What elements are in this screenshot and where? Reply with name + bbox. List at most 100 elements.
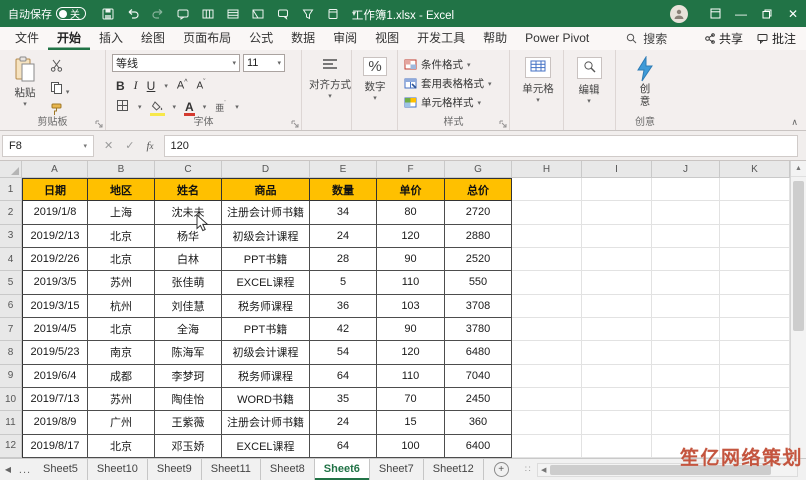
cell-J5[interactable]: [652, 271, 720, 294]
cut-icon[interactable]: [50, 59, 69, 75]
restore-button[interactable]: [754, 0, 780, 27]
account-avatar[interactable]: [670, 5, 688, 23]
cell-I3[interactable]: [582, 225, 652, 248]
cell-K9[interactable]: [720, 365, 790, 388]
cell-J2[interactable]: [652, 201, 720, 224]
tab-绘图[interactable]: 绘图: [132, 27, 174, 50]
column-header-C[interactable]: C: [155, 161, 222, 178]
cell-D5[interactable]: EXCEL课程: [222, 271, 310, 294]
vertical-scroll-thumb[interactable]: [793, 181, 804, 331]
cell-J7[interactable]: [652, 318, 720, 341]
row-header-4[interactable]: 4: [0, 248, 22, 271]
enter-icon[interactable]: ✓: [125, 139, 134, 152]
sheet-tab-Sheet12[interactable]: Sheet12: [424, 459, 484, 480]
cell-G11[interactable]: 360: [445, 411, 512, 434]
cell-K8[interactable]: [720, 341, 790, 364]
cell-G10[interactable]: 2450: [445, 388, 512, 411]
ribbon-display-options-icon[interactable]: [702, 0, 728, 27]
cell-H2[interactable]: [512, 201, 582, 224]
insert-function-icon[interactable]: fx: [146, 140, 153, 152]
cell-H10[interactable]: [512, 388, 582, 411]
cell-C10[interactable]: 陶佳怡: [155, 388, 222, 411]
tab-插入[interactable]: 插入: [90, 27, 132, 50]
cell-A3[interactable]: 2019/2/13: [22, 225, 88, 248]
conditional-formatting-button[interactable]: 条件格式▾: [404, 57, 503, 72]
cells-button[interactable]: 单元格 ▾: [516, 57, 560, 104]
cell-I2[interactable]: [582, 201, 652, 224]
cell-H3[interactable]: [512, 225, 582, 248]
row-header-5[interactable]: 5: [0, 271, 22, 294]
scroll-up-icon[interactable]: ▲: [791, 161, 806, 177]
cancel-icon[interactable]: ✕: [104, 139, 113, 152]
cell-H12[interactable]: [512, 435, 582, 458]
cell-C8[interactable]: 陈海军: [155, 341, 222, 364]
cell-B6[interactable]: 杭州: [88, 295, 155, 318]
cell-J3[interactable]: [652, 225, 720, 248]
row-header-6[interactable]: 6: [0, 295, 22, 318]
cell-I5[interactable]: [582, 271, 652, 294]
cell-B1[interactable]: 地区: [88, 178, 155, 201]
cell-F12[interactable]: 100: [377, 435, 445, 458]
comments-button[interactable]: 批注: [757, 30, 796, 47]
cell-I11[interactable]: [582, 411, 652, 434]
column-header-I[interactable]: I: [582, 161, 652, 178]
qat-customize-chevron-icon[interactable]: ▾: [352, 9, 356, 18]
cell-K10[interactable]: [720, 388, 790, 411]
cell-C11[interactable]: 王紫薇: [155, 411, 222, 434]
cell-E9[interactable]: 64: [310, 365, 377, 388]
tab-开发工具[interactable]: 开发工具: [408, 27, 474, 50]
merge-table-icon[interactable]: [202, 8, 214, 20]
cell-E3[interactable]: 24: [310, 225, 377, 248]
cell-E5[interactable]: 5: [310, 271, 377, 294]
tab-Power Pivot[interactable]: Power Pivot: [516, 27, 598, 50]
sheet-overflow-button[interactable]: ...: [16, 464, 34, 476]
column-header-J[interactable]: J: [652, 161, 720, 178]
bold-button[interactable]: B: [116, 79, 125, 93]
cell-J11[interactable]: [652, 411, 720, 434]
select-all-corner[interactable]: [0, 161, 22, 178]
font-name-combobox[interactable]: 等线▾: [112, 54, 240, 72]
cell-C1[interactable]: 姓名: [155, 178, 222, 201]
cell-D7[interactable]: PPT书籍: [222, 318, 310, 341]
cell-C4[interactable]: 白林: [155, 248, 222, 271]
minimize-button[interactable]: —: [728, 0, 754, 27]
tab-数据[interactable]: 数据: [282, 27, 324, 50]
sort-table-icon[interactable]: [227, 8, 239, 20]
cell-I9[interactable]: [582, 365, 652, 388]
tab-split-handle[interactable]: ∷: [523, 464, 533, 475]
sheet-tab-Sheet10[interactable]: Sheet10: [88, 459, 148, 480]
sheet-tab-Sheet7[interactable]: Sheet7: [370, 459, 424, 480]
font-color-icon[interactable]: A: [185, 100, 194, 114]
autosave-toggle[interactable]: 关: [56, 7, 86, 20]
row-header-7[interactable]: 7: [0, 318, 22, 341]
cell-G6[interactable]: 3708: [445, 295, 512, 318]
fill-color-icon[interactable]: [151, 100, 164, 114]
cell-A1[interactable]: 日期: [22, 178, 88, 201]
cell-G2[interactable]: 2720: [445, 201, 512, 224]
cell-D3[interactable]: 初级会计课程: [222, 225, 310, 248]
cell-H8[interactable]: [512, 341, 582, 364]
styles-dialog-launcher-icon[interactable]: [499, 120, 507, 128]
cell-E11[interactable]: 24: [310, 411, 377, 434]
cell-G9[interactable]: 7040: [445, 365, 512, 388]
format-as-table-button[interactable]: 套用表格格式▾: [404, 76, 503, 91]
column-header-G[interactable]: G: [445, 161, 512, 178]
cell-C3[interactable]: 杨华: [155, 225, 222, 248]
column-header-F[interactable]: F: [377, 161, 445, 178]
cell-A5[interactable]: 2019/3/5: [22, 271, 88, 294]
cell-E4[interactable]: 28: [310, 248, 377, 271]
cell-H5[interactable]: [512, 271, 582, 294]
row-header-11[interactable]: 11: [0, 411, 22, 434]
cell-A8[interactable]: 2019/5/23: [22, 341, 88, 364]
cell-B4[interactable]: 北京: [88, 248, 155, 271]
font-dialog-launcher-icon[interactable]: [291, 120, 299, 128]
cell-H9[interactable]: [512, 365, 582, 388]
cell-B12[interactable]: 北京: [88, 435, 155, 458]
cell-H1[interactable]: [512, 178, 582, 201]
paste-button[interactable]: 粘贴 ▾: [6, 56, 44, 116]
cell-A12[interactable]: 2019/8/17: [22, 435, 88, 458]
underline-button[interactable]: U: [147, 79, 156, 93]
row-header-12[interactable]: 12: [0, 435, 22, 458]
cell-I8[interactable]: [582, 341, 652, 364]
column-header-K[interactable]: K: [720, 161, 790, 178]
